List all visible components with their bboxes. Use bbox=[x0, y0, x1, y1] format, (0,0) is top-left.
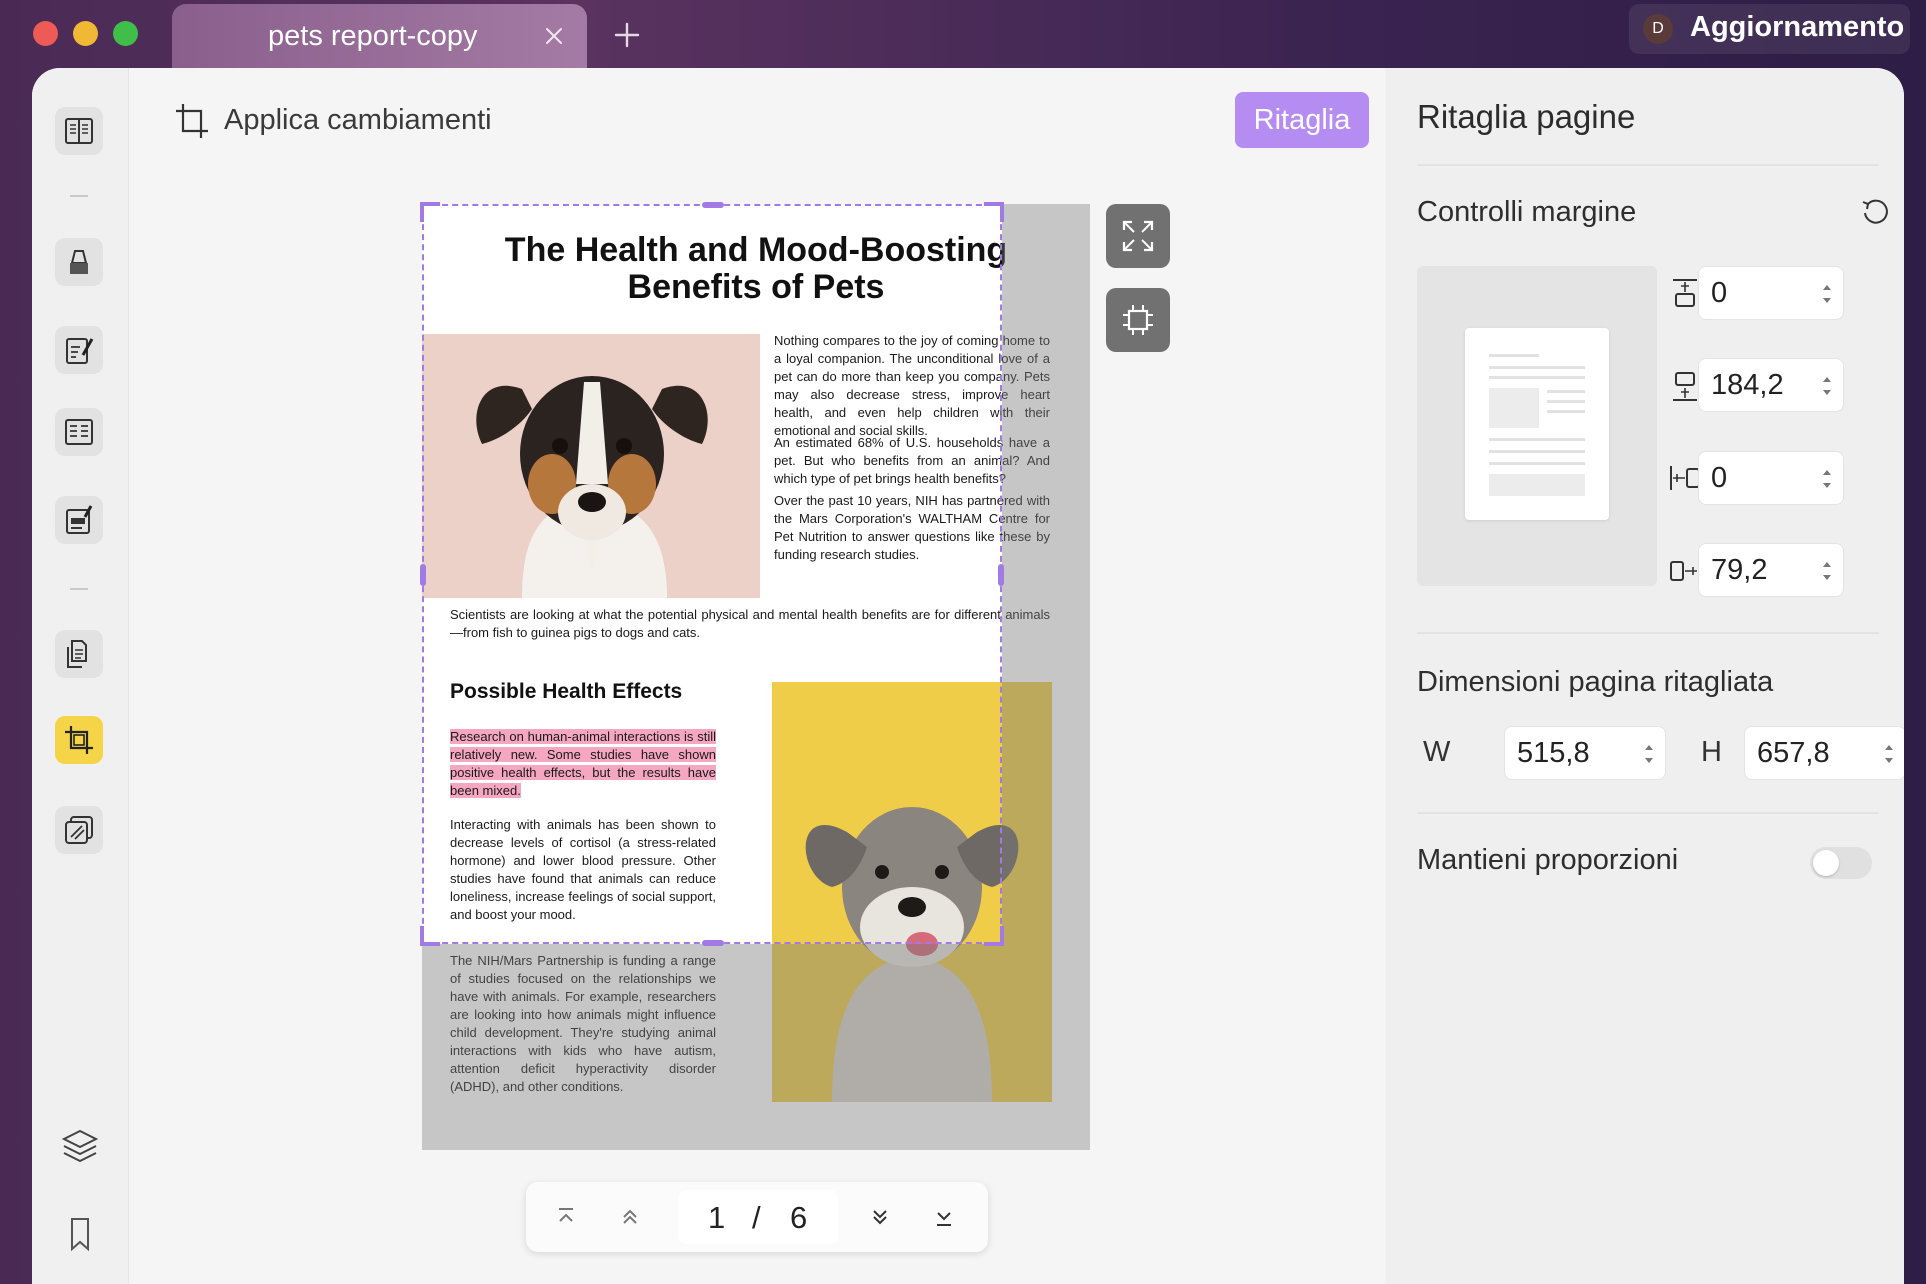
keep-ratio-label: Mantieni proporzioni bbox=[1417, 844, 1679, 876]
edit-tool-button[interactable] bbox=[55, 326, 103, 374]
update-button[interactable]: D Aggiornamento bbox=[1629, 4, 1910, 54]
crop-selection[interactable] bbox=[420, 202, 1004, 946]
fit-to-page-button[interactable] bbox=[1106, 204, 1170, 268]
margin-right-field[interactable]: 79,2 bbox=[1698, 543, 1844, 597]
keep-ratio-toggle[interactable] bbox=[1810, 847, 1872, 879]
toolbar-divider bbox=[70, 195, 88, 197]
cropped-out-region-right bbox=[1002, 204, 1090, 1150]
cropped-out-region-bottom bbox=[422, 944, 1002, 1150]
margin-bottom-field[interactable]: 184,2 bbox=[1698, 358, 1844, 412]
height-label: H bbox=[1701, 736, 1722, 768]
comment-tool-button[interactable] bbox=[55, 238, 103, 286]
sign-icon bbox=[66, 505, 93, 534]
layers-icon[interactable] bbox=[60, 1126, 100, 1166]
title-bar: pets report-copy D Aggiornamento bbox=[0, 0, 1926, 68]
sign-tool-button[interactable] bbox=[55, 496, 103, 544]
reader-tool-button[interactable] bbox=[55, 107, 103, 155]
preview-page bbox=[1465, 328, 1609, 520]
form-tool-button[interactable] bbox=[55, 408, 103, 456]
crop-preview bbox=[1417, 266, 1657, 586]
height-field[interactable]: 657,8 bbox=[1744, 726, 1904, 780]
reset-icon[interactable] bbox=[1859, 196, 1891, 228]
stepper-icon[interactable] bbox=[1821, 464, 1833, 494]
organize-icon bbox=[67, 640, 87, 668]
stepper-icon[interactable] bbox=[1821, 371, 1833, 401]
close-window-button[interactable] bbox=[33, 21, 58, 46]
fullscreen-icon bbox=[1122, 220, 1154, 252]
watermark-icon bbox=[65, 816, 93, 844]
panel-title: Ritaglia pagine bbox=[1417, 98, 1636, 135]
page-separator: / bbox=[752, 1200, 761, 1235]
page-number-input[interactable]: 1 / 6 bbox=[678, 1190, 838, 1244]
margin-top-value: 0 bbox=[1711, 277, 1728, 309]
current-page: 1 bbox=[708, 1200, 726, 1235]
crop-panel: Ritaglia pagine Controlli margine 0 184,… bbox=[1385, 68, 1904, 1284]
stepper-icon[interactable] bbox=[1821, 556, 1833, 586]
toggle-knob bbox=[1813, 850, 1839, 876]
crop-handle-bottom-left[interactable] bbox=[420, 926, 440, 946]
update-label: Aggiornamento bbox=[1690, 11, 1905, 43]
first-page-icon[interactable] bbox=[552, 1203, 580, 1231]
document-tab[interactable]: pets report-copy bbox=[172, 4, 587, 68]
cropped-size-heading: Dimensioni pagina ritagliata bbox=[1417, 666, 1774, 698]
total-pages: 6 bbox=[790, 1200, 808, 1235]
margin-left-value: 0 bbox=[1711, 462, 1728, 494]
margin-right-value: 79,2 bbox=[1711, 554, 1768, 586]
fit-crop-icon bbox=[1123, 305, 1153, 335]
reader-icon bbox=[65, 118, 93, 144]
organize-tool-button[interactable] bbox=[55, 630, 103, 678]
margin-bottom-value: 184,2 bbox=[1711, 369, 1784, 401]
left-toolbar bbox=[32, 68, 129, 1284]
stepper-icon[interactable] bbox=[1821, 279, 1833, 309]
edit-icon bbox=[66, 338, 94, 364]
crop-icon bbox=[176, 104, 208, 138]
crop-icon bbox=[65, 726, 93, 754]
crop-handle-top-right[interactable] bbox=[984, 202, 1004, 222]
toolbar-divider bbox=[70, 588, 88, 590]
crop-handle-right[interactable] bbox=[998, 564, 1004, 586]
crop-handle-top-left[interactable] bbox=[420, 202, 440, 222]
panel-divider bbox=[1417, 632, 1879, 634]
crop-handle-bottom[interactable] bbox=[702, 940, 724, 946]
plus-icon[interactable] bbox=[612, 20, 642, 50]
avatar: D bbox=[1643, 14, 1673, 44]
margin-top-field[interactable]: 0 bbox=[1698, 266, 1844, 320]
tab-title: pets report-copy bbox=[268, 20, 478, 52]
margin-left-field[interactable]: 0 bbox=[1698, 451, 1844, 505]
crop-handle-bottom-right[interactable] bbox=[984, 926, 1004, 946]
crop-button[interactable]: Ritaglia bbox=[1235, 92, 1369, 148]
bookmark-icon[interactable] bbox=[60, 1214, 100, 1254]
crop-handle-left[interactable] bbox=[420, 564, 426, 586]
form-icon bbox=[65, 419, 93, 445]
prev-page-icon[interactable] bbox=[616, 1203, 644, 1231]
page-navigation: 1 / 6 bbox=[526, 1182, 988, 1252]
auto-crop-button[interactable] bbox=[1106, 288, 1170, 352]
width-value: 515,8 bbox=[1517, 737, 1590, 769]
next-page-icon[interactable] bbox=[866, 1203, 894, 1231]
crop-tool-button[interactable] bbox=[55, 716, 103, 764]
crop-handle-top[interactable] bbox=[702, 202, 724, 208]
watermark-tool-button[interactable] bbox=[55, 806, 103, 854]
width-field[interactable]: 515,8 bbox=[1504, 726, 1666, 780]
highlighter-icon bbox=[70, 250, 88, 274]
width-label: W bbox=[1423, 736, 1451, 768]
close-icon[interactable] bbox=[540, 22, 568, 50]
height-value: 657,8 bbox=[1757, 737, 1830, 769]
app-window: Applica cambiamenti Ritaglia The Health … bbox=[32, 68, 1904, 1284]
stepper-icon[interactable] bbox=[1883, 739, 1895, 769]
margin-controls-heading: Controlli margine bbox=[1417, 196, 1637, 228]
last-page-icon[interactable] bbox=[930, 1203, 958, 1231]
panel-divider bbox=[1417, 164, 1879, 166]
stepper-icon[interactable] bbox=[1643, 739, 1655, 769]
minimize-window-button[interactable] bbox=[73, 21, 98, 46]
zoom-window-button[interactable] bbox=[113, 21, 138, 46]
apply-changes-label: Applica cambiamenti bbox=[224, 104, 492, 136]
panel-divider bbox=[1417, 812, 1879, 814]
